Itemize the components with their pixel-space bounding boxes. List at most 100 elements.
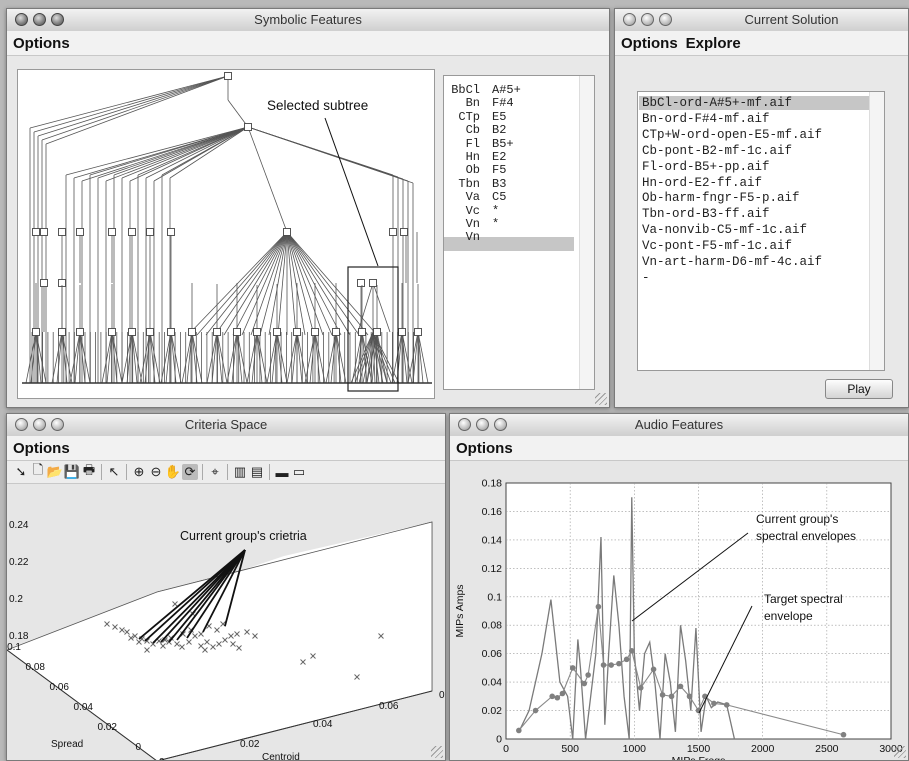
colorbar-icon[interactable]: ▥ [232, 464, 248, 480]
tree-edge [149, 331, 161, 384]
tree-edge [271, 331, 278, 384]
menu-options[interactable]: Options [621, 35, 678, 52]
tree-node [76, 328, 84, 336]
feature-instrument: Ob [465, 163, 480, 178]
resize-grip[interactable] [894, 746, 906, 758]
symbolic-titlebar[interactable]: Symbolic Features [7, 9, 609, 32]
solution-file-item[interactable]: Vn-art-harm-D6-mf-4c.aif [642, 255, 822, 269]
feature-pitch: E2 [492, 150, 507, 164]
tree-node [233, 328, 241, 336]
play-button[interactable]: Play [825, 379, 893, 399]
solution-file-item[interactable]: BbCl-ord-A#5+-mf.aif [642, 96, 792, 110]
target-envelope-point [628, 648, 635, 654]
criteria-menubar: Options [7, 436, 445, 461]
feature-instrument: BbCl [451, 83, 480, 97]
dock-arrow-icon[interactable]: ➘ [13, 464, 29, 480]
show-tools-icon[interactable]: ▭ [291, 464, 307, 480]
tree-edge [247, 126, 288, 233]
menu-options[interactable]: Options [456, 440, 513, 457]
menu-options[interactable]: Options [13, 35, 70, 52]
criteria-titlebar[interactable]: Criteria Space [7, 414, 445, 437]
criteria-3d-plot[interactable]: 0.24 0.22 0.2 0.180.1 0.08 0.06 0.04 0.02 0 0 0.02… [7, 484, 445, 760]
audio-features-window[interactable]: Audio Features Options 0 500 1000 1500 2000 2… [449, 413, 909, 761]
current-solution-window[interactable]: Current Solution Options Explore BbCl-or… [614, 8, 909, 408]
y-tick-label: 0.04 [482, 677, 503, 689]
tree-edge [105, 126, 249, 182]
criteria-space-window[interactable]: Criteria Space Options ➘ 🗋 📂 💾 🖶 ↖ ⊕ ⊖ ✋… [6, 413, 446, 761]
solution-file-item[interactable]: Hn-ord-E2-ff.aif [642, 176, 762, 190]
tree-edge [250, 231, 288, 336]
tree-edge [56, 331, 63, 384]
resize-grip[interactable] [595, 393, 607, 405]
feature-instrument: Cb [465, 123, 480, 138]
solution-file-list[interactable]: BbCl-ord-A#5+-mf.aif Bn-ord-F#4-mf.aif CTp… [637, 91, 885, 371]
solution-menubar: Options Explore [615, 31, 908, 56]
tree-node [213, 328, 221, 336]
subtree-tree-view[interactable]: Selected subtree [17, 69, 435, 399]
tree-node [167, 328, 175, 336]
print-icon[interactable]: 🖶 [81, 462, 97, 480]
feature-pitch: F#4 [492, 96, 514, 111]
envelopes-annotation: spectral envelopes [756, 529, 856, 543]
solution-file-item[interactable]: Vc-pont-F5-mf-1c.aif [642, 239, 792, 253]
z-tick-label: 0.2 [9, 594, 23, 605]
selected-subtree-annotation: Selected subtree [267, 98, 369, 113]
y-axis-label: MIPs Amps [454, 584, 466, 637]
minimize-button[interactable] [641, 13, 654, 26]
resize-grip[interactable] [431, 746, 443, 758]
solution-file-item[interactable]: Bn-ord-F#4-mf.aif [642, 112, 770, 126]
solution-file-item[interactable]: Va-nonvib-C5-mf-1c.aif [642, 223, 807, 237]
audio-titlebar[interactable]: Audio Features [450, 414, 908, 437]
new-file-icon[interactable]: 🗋 [30, 462, 46, 480]
tree-node [398, 328, 406, 336]
tree-edge [286, 231, 324, 336]
solution-file-item[interactable]: Tbn-ord-B3-ff.aif [642, 207, 770, 221]
y-tick-label: 0 [496, 734, 502, 746]
zoom-in-icon[interactable]: ⊕ [131, 464, 147, 480]
zoom-button[interactable] [659, 13, 672, 26]
solution-titlebar[interactable]: Current Solution [615, 9, 908, 32]
feature-instrument: Tbn [458, 176, 480, 191]
feature-pitch: B5+ [492, 136, 514, 151]
tree-edge [74, 331, 81, 384]
features-scrollbar[interactable] [579, 76, 594, 389]
x-tick-label: 1500 [687, 743, 711, 755]
spread-tick-label: 0.06 [50, 682, 70, 693]
feature-instrument: Vc [465, 203, 480, 218]
audio-menubar: Options [450, 436, 908, 461]
hide-tools-icon[interactable]: ▬ [274, 464, 290, 480]
symbolic-features-window[interactable]: Symbolic Features Options Selected subtr… [6, 8, 610, 408]
tree-edge [286, 231, 369, 336]
files-scrollbar[interactable] [869, 92, 884, 370]
save-icon[interactable]: 💾 [64, 464, 80, 480]
feature-pitch: E5 [492, 109, 507, 124]
feature-row[interactable]: Vn [444, 230, 574, 245]
tree-edge [291, 331, 298, 384]
z-tick-label: 0.22 [9, 557, 29, 568]
zoom-out-icon[interactable]: ⊖ [148, 464, 164, 480]
tree-edge [65, 126, 249, 176]
features-list[interactable]: BbCl A#5+ Bn F#4 CTp E5 Cb B2 Fl B5+ Hn E2 Ob F5 Tbn B3… [443, 75, 595, 390]
feature-instrument: Va [465, 190, 480, 205]
menu-explore[interactable]: Explore [686, 35, 741, 52]
close-button[interactable] [623, 13, 636, 26]
open-folder-icon[interactable]: 📂 [47, 464, 63, 480]
target-envelope-point [549, 693, 555, 700]
audio-features-chart[interactable]: 0 500 1000 1500 2000 2500 300000.020.040.060.0… [450, 461, 908, 761]
solution-file-item[interactable]: Fl-ord-B5+-pp.aif [642, 160, 770, 174]
tree-edge [286, 231, 333, 336]
data-cursor-icon[interactable]: ⌖ [207, 464, 223, 480]
tree-node [293, 328, 301, 336]
solution-file-item[interactable]: - [642, 271, 650, 285]
solution-file-item[interactable]: Ob-harm-fngr-F5-p.aif [642, 191, 800, 205]
rotate-icon[interactable]: ⟳ [182, 464, 198, 480]
tree-edge [276, 331, 288, 384]
centroid-axis-label: Centroid [262, 752, 300, 760]
legend-icon[interactable]: ▤ [249, 464, 265, 480]
solution-file-item[interactable]: CTp+W-ord-open-E5-mf.aif [642, 128, 822, 142]
pan-hand-icon[interactable]: ✋ [165, 464, 181, 480]
pointer-icon[interactable]: ↖ [106, 464, 122, 480]
solution-file-item[interactable]: Cb-pont-B2-mf-1c.aif [642, 144, 792, 158]
tree-node [224, 72, 232, 80]
menu-options[interactable]: Options [13, 440, 70, 457]
